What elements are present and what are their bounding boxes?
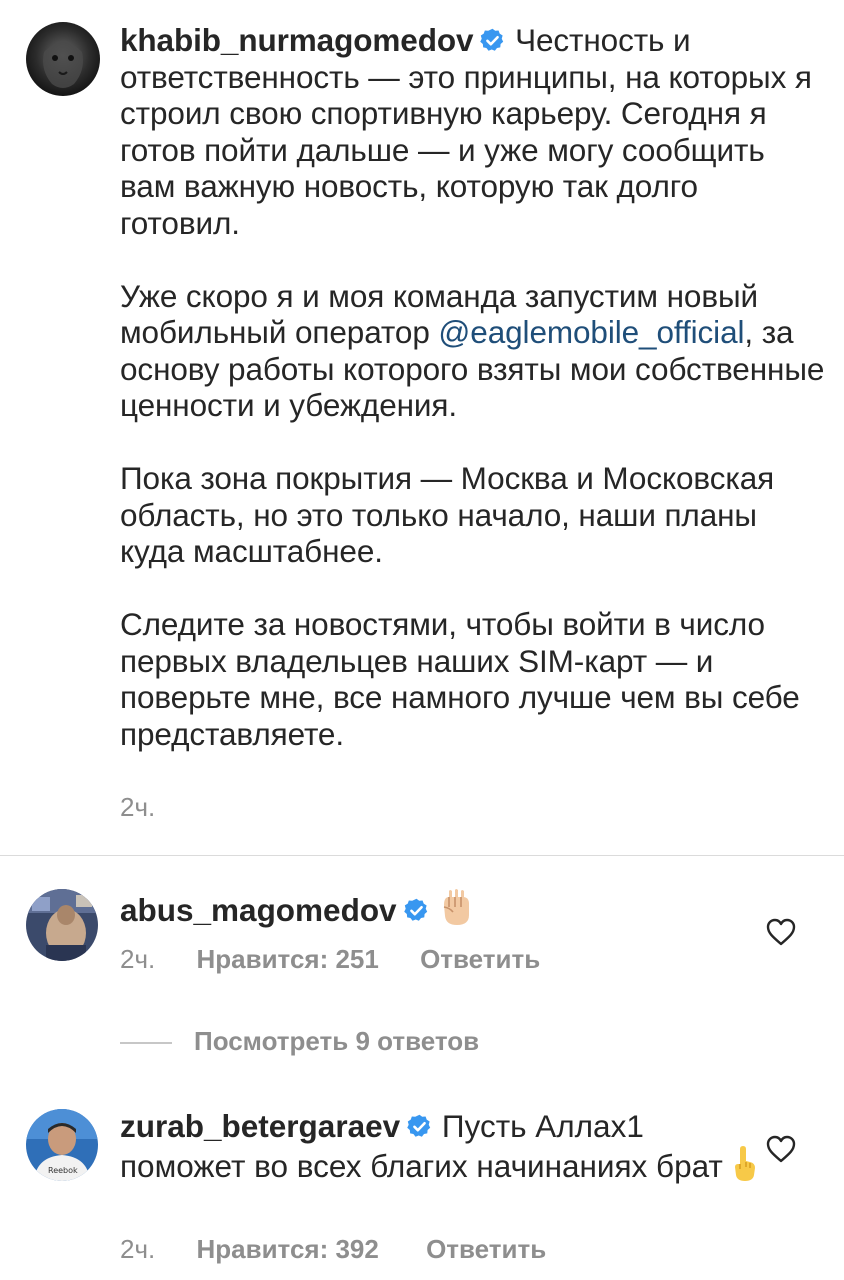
like-heart-icon[interactable] xyxy=(766,1135,796,1163)
post-caption: khabib_nurmagomedov Честность и ответств… xyxy=(120,22,825,752)
comment-likes[interactable]: Нравится: 251 xyxy=(196,944,378,975)
comment-meta: 2ч. Нравится: 251 Ответить xyxy=(120,944,540,975)
verified-badge-icon xyxy=(403,895,430,922)
comment-avatar[interactable] xyxy=(26,889,98,961)
replies-line xyxy=(120,1042,172,1045)
comment-time: 2ч. xyxy=(120,1234,156,1264)
comment-avatar[interactable]: Reebok xyxy=(26,1109,98,1181)
post-author-username[interactable]: khabib_nurmagomedov xyxy=(120,22,474,58)
reply-button[interactable]: Ответить xyxy=(426,1234,546,1265)
post-author-avatar[interactable] xyxy=(26,22,100,96)
comment-username[interactable]: zurab_betergaraev xyxy=(120,1108,400,1144)
comment-meta: 2ч. Нравится: 392 Ответить xyxy=(120,1234,546,1265)
post-text-para4: Следите за новостями, чтобы войти в числ… xyxy=(120,606,800,752)
like-heart-icon[interactable] xyxy=(766,918,796,946)
view-replies-label: Посмотреть 9 ответов xyxy=(194,1026,480,1056)
reply-button[interactable]: Ответить xyxy=(420,944,540,975)
comment-likes[interactable]: Нравится: 392 xyxy=(196,1234,378,1265)
svg-text:Reebok: Reebok xyxy=(48,1166,78,1175)
post-meta: 2ч. xyxy=(120,792,155,823)
pointing-up-emoji xyxy=(731,1145,757,1191)
mention-link[interactable]: @eaglemobile_official xyxy=(438,314,744,350)
raised-fist-emoji xyxy=(438,889,474,935)
post-time: 2ч. xyxy=(120,792,156,822)
divider xyxy=(0,855,844,856)
comment-header: abus_magomedov xyxy=(120,889,474,935)
comment-time: 2ч. xyxy=(120,944,156,974)
verified-badge-icon xyxy=(479,25,506,52)
comment-header: zurab_betergaraev Пусть Аллах1 поможет в… xyxy=(120,1108,760,1190)
view-replies-button[interactable]: Посмотреть 9 ответов xyxy=(120,1026,479,1057)
verified-badge-icon xyxy=(406,1111,433,1138)
post-text-para3: Пока зона покрытия — Москва и Московская… xyxy=(120,460,775,569)
comment-username[interactable]: abus_magomedov xyxy=(120,892,397,928)
